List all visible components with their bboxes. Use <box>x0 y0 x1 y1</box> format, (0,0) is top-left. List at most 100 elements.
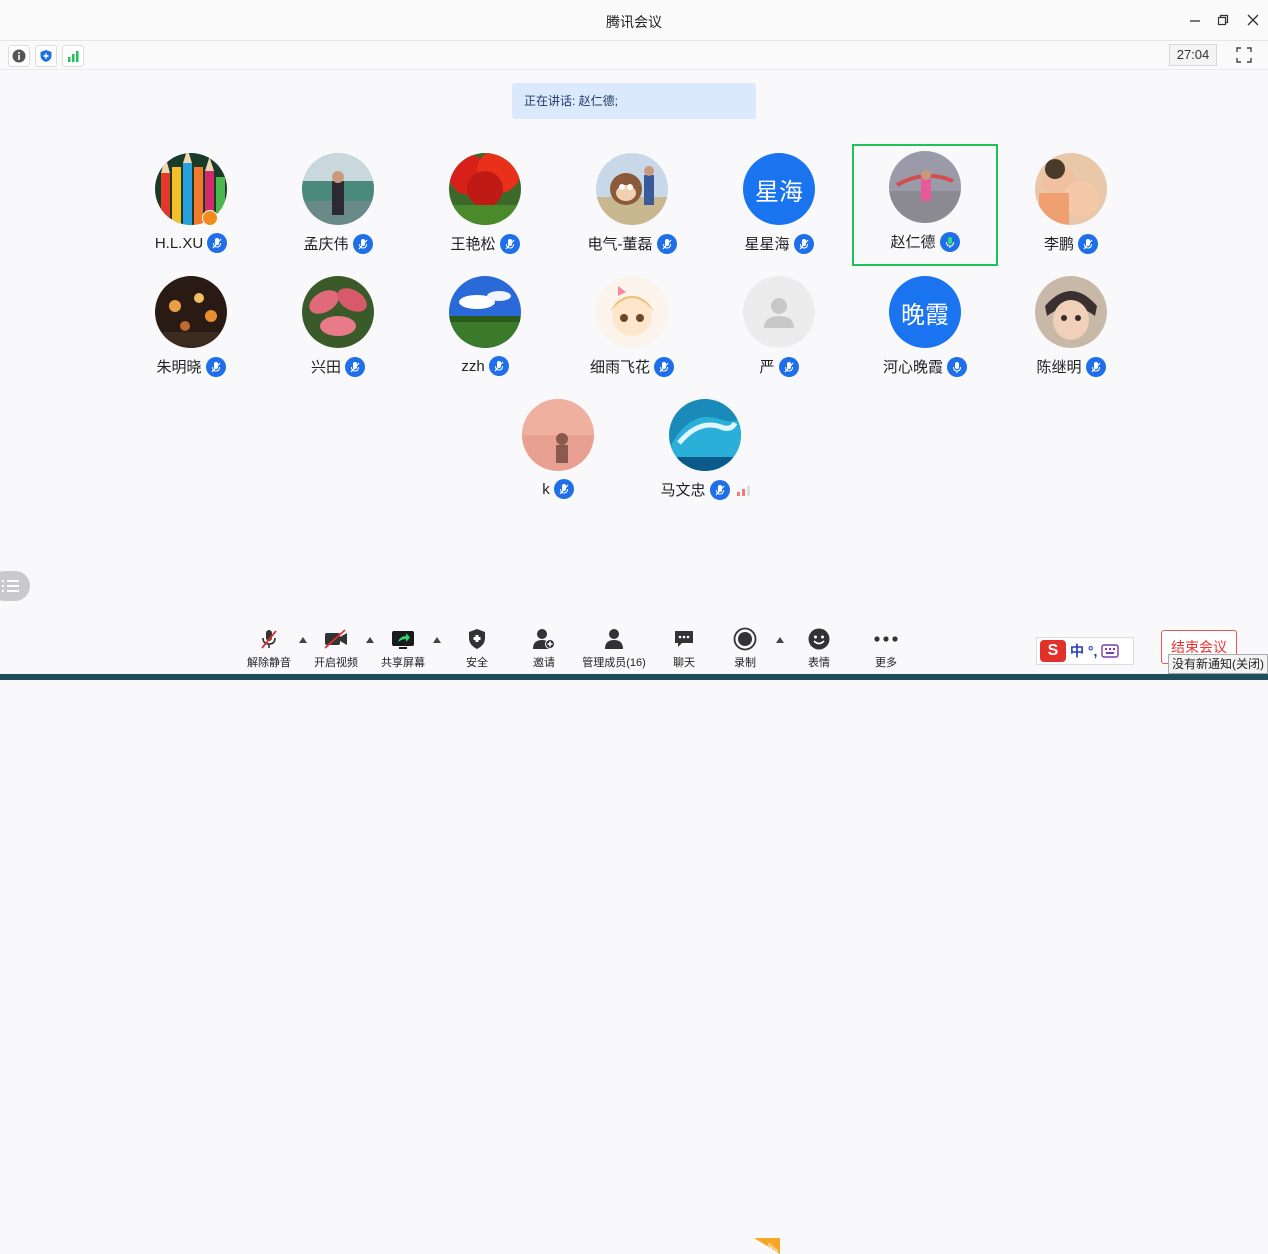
participant-name: H.L.XU <box>154 234 204 252</box>
participant-tile[interactable]: 兴田 <box>265 269 411 391</box>
participant-name: 星星海 <box>744 236 790 253</box>
restore-button[interactable] <box>1214 11 1232 29</box>
more-button[interactable]: 更多 <box>851 626 921 672</box>
participant-name: 赵仁德 <box>890 234 936 251</box>
default-avatar <box>743 276 815 348</box>
input-method-bar[interactable]: S 中 °, <box>1036 637 1134 665</box>
more-dots-icon <box>874 636 898 642</box>
more-label: 更多 <box>875 657 897 669</box>
close-button[interactable] <box>1244 11 1262 29</box>
microphone-on-icon <box>947 356 967 377</box>
weak-signal-icon <box>736 484 750 496</box>
camera-off-icon <box>324 629 347 649</box>
reaction-button[interactable]: 表情 <box>784 626 854 672</box>
manage-members-label: 管理成员(16) <box>582 657 646 669</box>
host-badge-icon <box>202 210 218 226</box>
invite-label: 邀请 <box>533 657 555 669</box>
microphone-icon <box>499 233 520 254</box>
minimize-icon <box>1190 20 1200 22</box>
shield-icon <box>469 629 485 649</box>
add-user-icon <box>533 629 555 649</box>
microphone-icon <box>345 356 365 377</box>
avatar: 晚霞 <box>889 276 961 348</box>
members-icon <box>605 629 623 649</box>
participant-tile[interactable]: 严 <box>706 269 852 391</box>
microphone-icon <box>709 479 730 500</box>
person-photo <box>302 153 374 225</box>
status-bar: 27:04 <box>0 41 1268 70</box>
monkey-photo <box>596 153 668 225</box>
participant-tile[interactable]: 王艳松 <box>412 146 558 268</box>
invite-button[interactable]: 邀请 <box>509 626 579 672</box>
share-screen-button[interactable]: 共享屏幕 <box>368 626 438 672</box>
avatar <box>1035 276 1107 348</box>
wave-photo <box>669 399 741 471</box>
microphone-muted-icon <box>261 630 277 649</box>
fullscreen-button[interactable] <box>1234 45 1254 65</box>
list-icon <box>2 580 19 592</box>
microphone-icon <box>207 233 228 253</box>
security-status-button[interactable] <box>35 45 57 67</box>
network-status-button[interactable] <box>62 45 84 67</box>
participant-tile[interactable]: 细雨飞花 <box>559 269 705 391</box>
participant-tile[interactable]: 星海 星星海 <box>706 146 852 268</box>
participant-tile[interactable]: H.L.XU <box>118 146 264 268</box>
participant-name: 马文忠 <box>660 482 706 499</box>
record-label: 录制 <box>734 657 756 669</box>
unmute-button[interactable]: 解除静音 <box>234 626 304 672</box>
participant-name: 陈继明 <box>1036 359 1082 376</box>
window-title: 腾讯会议 <box>606 14 662 30</box>
reaction-label: 表情 <box>808 657 830 669</box>
security-button[interactable]: 安全 <box>442 626 512 672</box>
microphone-icon <box>1085 356 1106 377</box>
participant-tile[interactable]: 晚霞 河心晚霞 <box>852 269 998 391</box>
avatar <box>449 276 521 348</box>
chat-button[interactable]: 聊天 <box>649 626 719 672</box>
minimize-button[interactable] <box>1186 11 1204 29</box>
participant-tile[interactable]: 李鹏 <box>998 146 1144 268</box>
avatar <box>596 276 668 348</box>
microphone-icon <box>205 356 226 377</box>
meeting-timer: 27:04 <box>1169 44 1217 66</box>
participant-name: 细雨飞花 <box>589 359 650 376</box>
participant-tile[interactable]: 陈继明 <box>998 269 1144 391</box>
participant-name: 朱明晓 <box>156 359 202 376</box>
start-video-label: 开启视频 <box>314 657 358 669</box>
anime-photo <box>1035 276 1107 348</box>
avatar <box>449 153 521 225</box>
fullscreen-icon <box>1236 47 1252 63</box>
participant-tile[interactable]: 马文忠 <box>632 392 778 514</box>
share-options-caret[interactable] <box>433 637 441 643</box>
red-tree-photo <box>449 153 521 225</box>
record-options-caret[interactable] <box>776 637 784 643</box>
user-icon <box>764 298 794 328</box>
ime-mode-label: 中 °, <box>1070 643 1098 659</box>
avatar <box>889 151 961 223</box>
participant-tile[interactable]: 孟庆伟 <box>265 146 411 268</box>
record-button[interactable]: 录制 <box>710 626 780 672</box>
participant-name: 孟庆伟 <box>303 236 349 253</box>
participant-tile[interactable]: zzh <box>412 269 558 391</box>
participant-tile-active-speaker[interactable]: 赵仁德 <box>852 144 998 266</box>
share-screen-label: 共享屏幕 <box>381 657 425 669</box>
microphone-icon <box>488 356 509 376</box>
start-video-button[interactable]: 开启视频 <box>301 626 371 672</box>
taskbar <box>0 674 1268 680</box>
night-photo <box>155 276 227 348</box>
manage-members-button[interactable]: 管理成员(16) <box>579 626 649 672</box>
info-button[interactable] <box>8 45 30 67</box>
participant-tile[interactable]: 电气-董磊 <box>559 146 705 268</box>
avatar <box>155 276 227 348</box>
microphone-icon <box>656 233 677 254</box>
notification-tooltip[interactable]: 没有新通知(关闭) <box>1168 654 1268 674</box>
participant-tile[interactable]: k <box>485 392 631 514</box>
close-icon <box>1247 14 1259 26</box>
avatar: 星海 <box>743 153 815 225</box>
microphone-icon <box>654 356 674 377</box>
security-label: 安全 <box>466 657 488 669</box>
member-list-toggle[interactable] <box>0 571 30 601</box>
participant-name: 电气-董磊 <box>587 236 653 253</box>
participant-tile[interactable]: 朱明晓 <box>118 269 264 391</box>
participant-name: 李鹏 <box>1043 236 1074 253</box>
avatar <box>596 153 668 225</box>
